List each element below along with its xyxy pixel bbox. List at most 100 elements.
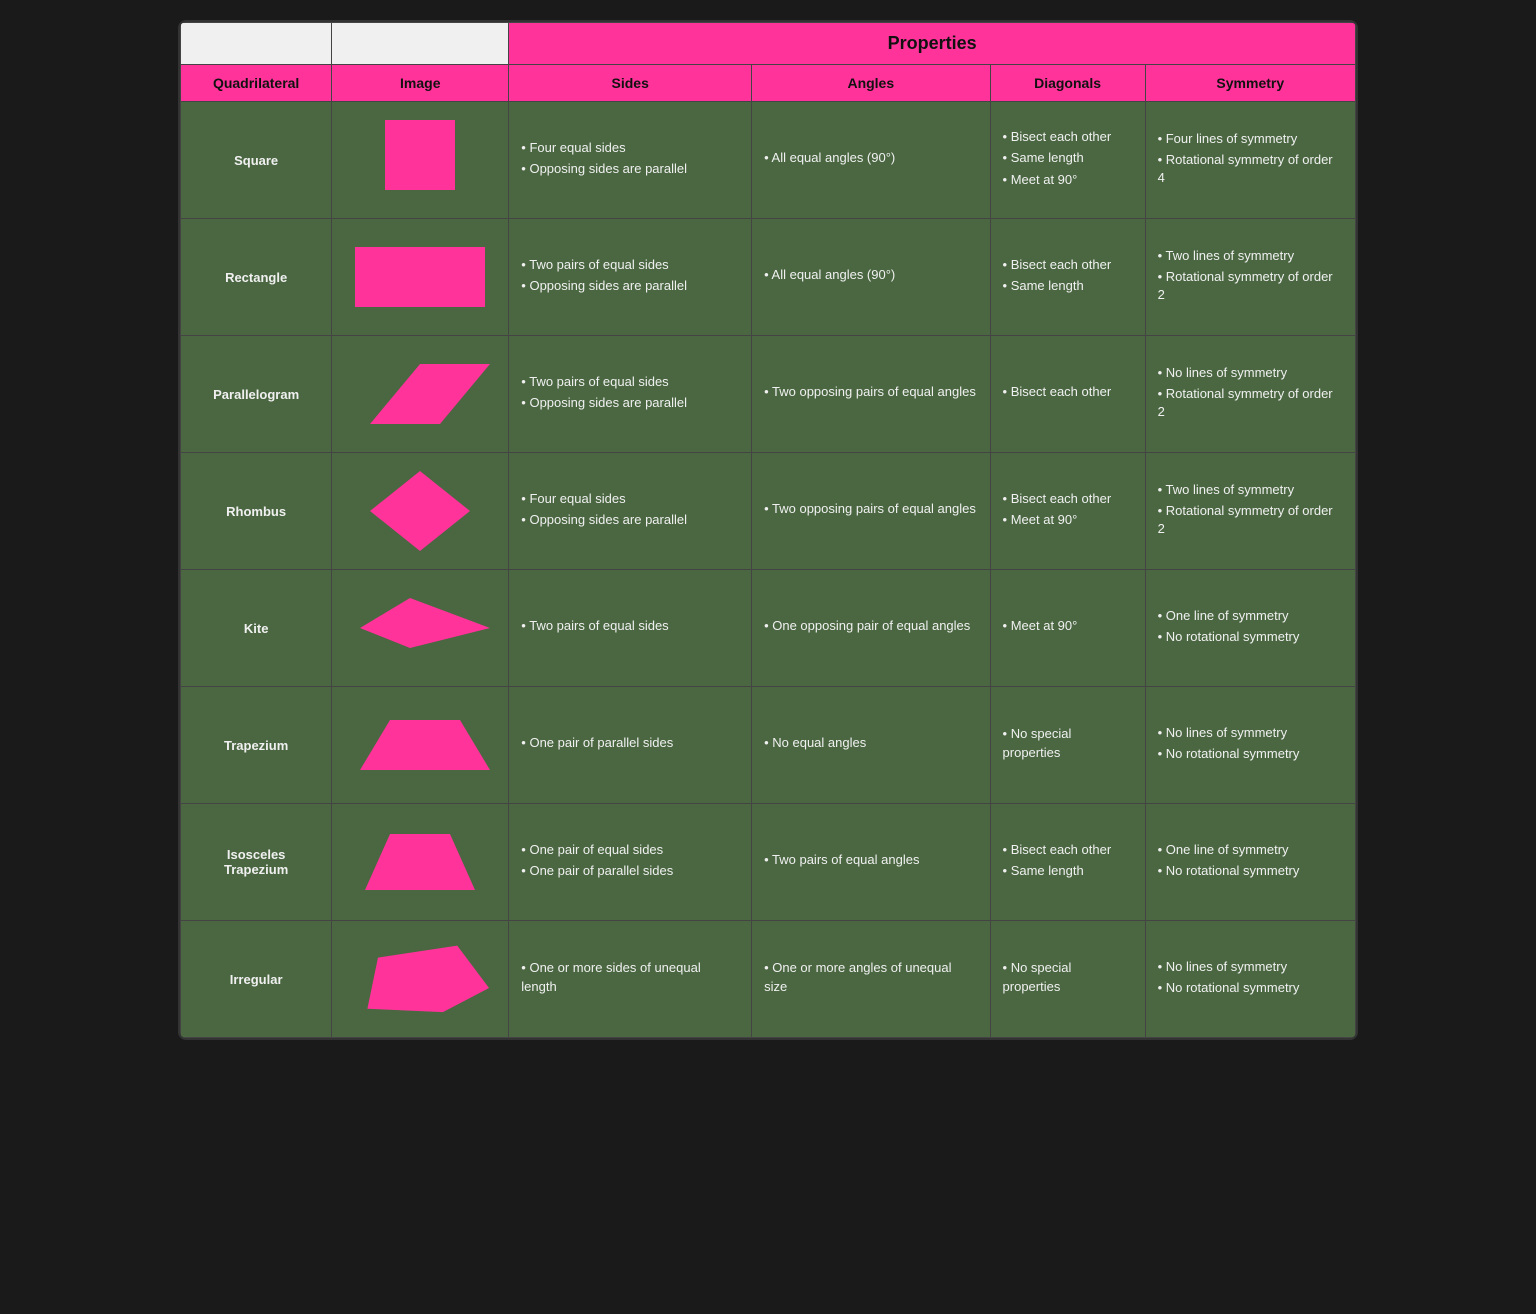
shape-image bbox=[332, 336, 509, 453]
col-image: Image bbox=[332, 65, 509, 102]
sides-cell: Four equal sides Opposing sides are paral… bbox=[509, 453, 752, 570]
list-item: Four equal sides bbox=[521, 139, 739, 157]
angles-cell: No equal angles bbox=[752, 687, 990, 804]
list-item: Two pairs of equal sides bbox=[521, 373, 739, 391]
shape-image bbox=[332, 453, 509, 570]
list-item: Meet at 90° bbox=[1003, 617, 1133, 635]
list-item: All equal angles (90°) bbox=[764, 266, 977, 284]
main-table-container: Properties Quadrilateral Image Sides Ang… bbox=[178, 20, 1358, 1040]
diagonals-cell: Bisect each other bbox=[990, 336, 1145, 453]
diagonals-cell: Meet at 90° bbox=[990, 570, 1145, 687]
quadrilateral-name: Rhombus bbox=[181, 453, 332, 570]
list-item: Same length bbox=[1003, 862, 1133, 880]
angles-cell: Two opposing pairs of equal angles bbox=[752, 453, 990, 570]
table-row: Isosceles Trapezium One pair of equal sid… bbox=[181, 804, 1356, 921]
list-item: Opposing sides are parallel bbox=[521, 394, 739, 412]
symmetry-cell: Two lines of symmetry Rotational symmetry… bbox=[1145, 453, 1355, 570]
shape-image bbox=[332, 219, 509, 336]
sides-cell: Two pairs of equal sides Opposing sides a… bbox=[509, 219, 752, 336]
shape-image bbox=[332, 804, 509, 921]
diagonals-cell: Bisect each other Same length bbox=[990, 804, 1145, 921]
list-item: No lines of symmetry bbox=[1158, 364, 1343, 382]
sides-cell: One or more sides of unequal length bbox=[509, 921, 752, 1038]
list-item: No rotational symmetry bbox=[1158, 745, 1343, 763]
list-item: Opposing sides are parallel bbox=[521, 511, 739, 529]
list-item: One line of symmetry bbox=[1158, 841, 1343, 859]
col-symmetry: Symmetry bbox=[1145, 65, 1355, 102]
list-item: Two lines of symmetry bbox=[1158, 481, 1343, 499]
shape-image bbox=[332, 102, 509, 219]
list-item: Bisect each other bbox=[1003, 383, 1133, 401]
list-item: Bisect each other bbox=[1003, 128, 1133, 146]
list-item: One opposing pair of equal angles bbox=[764, 617, 977, 635]
list-item: Same length bbox=[1003, 277, 1133, 295]
symmetry-cell: Four lines of symmetry Rotational symmetr… bbox=[1145, 102, 1355, 219]
angles-cell: Two opposing pairs of equal angles bbox=[752, 336, 990, 453]
col-quadrilateral: Quadrilateral bbox=[181, 65, 332, 102]
table-row: Square Four equal sides Opposing sides are… bbox=[181, 102, 1356, 219]
list-item: Two opposing pairs of equal angles bbox=[764, 500, 977, 518]
list-item: Rotational symmetry of order 2 bbox=[1158, 385, 1343, 421]
sides-cell: Two pairs of equal sides bbox=[509, 570, 752, 687]
table-row: Kite Two pairs of equal sides One opposing… bbox=[181, 570, 1356, 687]
list-item: Two lines of symmetry bbox=[1158, 247, 1343, 265]
col-sides: Sides bbox=[509, 65, 752, 102]
list-item: One line of symmetry bbox=[1158, 607, 1343, 625]
quadrilateral-name: Isosceles Trapezium bbox=[181, 804, 332, 921]
list-item: Bisect each other bbox=[1003, 256, 1133, 274]
diagonals-cell: Bisect each otherSame lengthMeet at 90° bbox=[990, 102, 1145, 219]
list-item: One or more angles of unequal size bbox=[764, 959, 977, 995]
sides-cell: Four equal sides Opposing sides are paral… bbox=[509, 102, 752, 219]
quadrilateral-name: Kite bbox=[181, 570, 332, 687]
corner-empty2 bbox=[332, 23, 509, 65]
list-item: Same length bbox=[1003, 149, 1133, 167]
list-item: Opposing sides are parallel bbox=[521, 277, 739, 295]
list-item: No rotational symmetry bbox=[1158, 628, 1343, 646]
list-item: One pair of parallel sides bbox=[521, 734, 739, 752]
angles-cell: All equal angles (90°) bbox=[752, 102, 990, 219]
list-item: One or more sides of unequal length bbox=[521, 959, 739, 995]
list-item: Two pairs of equal sides bbox=[521, 617, 739, 635]
list-item: Four equal sides bbox=[521, 490, 739, 508]
symmetry-cell: No lines of symmetry Rotational symmetry … bbox=[1145, 336, 1355, 453]
list-item: Two opposing pairs of equal angles bbox=[764, 383, 977, 401]
list-item: No special properties bbox=[1003, 725, 1133, 761]
diagonals-cell: No special properties bbox=[990, 687, 1145, 804]
list-item: No rotational symmetry bbox=[1158, 979, 1343, 997]
list-item: Opposing sides are parallel bbox=[521, 160, 739, 178]
list-item: Two pairs of equal sides bbox=[521, 256, 739, 274]
list-item: Four lines of symmetry bbox=[1158, 130, 1343, 148]
col-angles: Angles bbox=[752, 65, 990, 102]
shape-image bbox=[332, 921, 509, 1038]
symmetry-cell: Two lines of symmetry Rotational symmetry… bbox=[1145, 219, 1355, 336]
shape-image bbox=[332, 687, 509, 804]
list-item: Rotational symmetry of order 2 bbox=[1158, 268, 1343, 304]
list-item: No special properties bbox=[1003, 959, 1133, 995]
list-item: Rotational symmetry of order 4 bbox=[1158, 151, 1343, 187]
quadrilateral-name: Parallelogram bbox=[181, 336, 332, 453]
col-diagonals: Diagonals bbox=[990, 65, 1145, 102]
corner-empty bbox=[181, 23, 332, 65]
list-item: Rotational symmetry of order 2 bbox=[1158, 502, 1343, 538]
list-item: No rotational symmetry bbox=[1158, 862, 1343, 880]
quadrilateral-name: Square bbox=[181, 102, 332, 219]
diagonals-cell: Bisect each otherMeet at 90° bbox=[990, 453, 1145, 570]
sides-cell: One pair of parallel sides bbox=[509, 687, 752, 804]
list-item: No lines of symmetry bbox=[1158, 958, 1343, 976]
list-item: Bisect each other bbox=[1003, 490, 1133, 508]
list-item: Bisect each other bbox=[1003, 841, 1133, 859]
symmetry-cell: One line of symmetry No rotational symmet… bbox=[1145, 570, 1355, 687]
angles-cell: Two pairs of equal angles bbox=[752, 804, 990, 921]
symmetry-cell: No lines of symmetry No rotational symmet… bbox=[1145, 687, 1355, 804]
list-item: All equal angles (90°) bbox=[764, 149, 977, 167]
sides-cell: Two pairs of equal sides Opposing sides a… bbox=[509, 336, 752, 453]
diagonals-cell: Bisect each other Same length bbox=[990, 219, 1145, 336]
list-item: No lines of symmetry bbox=[1158, 724, 1343, 742]
sides-cell: One pair of equal sidesOne pair of paral… bbox=[509, 804, 752, 921]
list-item: One pair of parallel sides bbox=[521, 862, 739, 880]
symmetry-cell: One line of symmetry No rotational symmet… bbox=[1145, 804, 1355, 921]
table-row: Parallelogram Two pairs of equal sides Opp… bbox=[181, 336, 1356, 453]
table-row: RectangleTwo pairs of equal sidesOpposin… bbox=[181, 219, 1356, 336]
list-item: Two pairs of equal angles bbox=[764, 851, 977, 869]
angles-cell: One or more angles of unequal size bbox=[752, 921, 990, 1038]
